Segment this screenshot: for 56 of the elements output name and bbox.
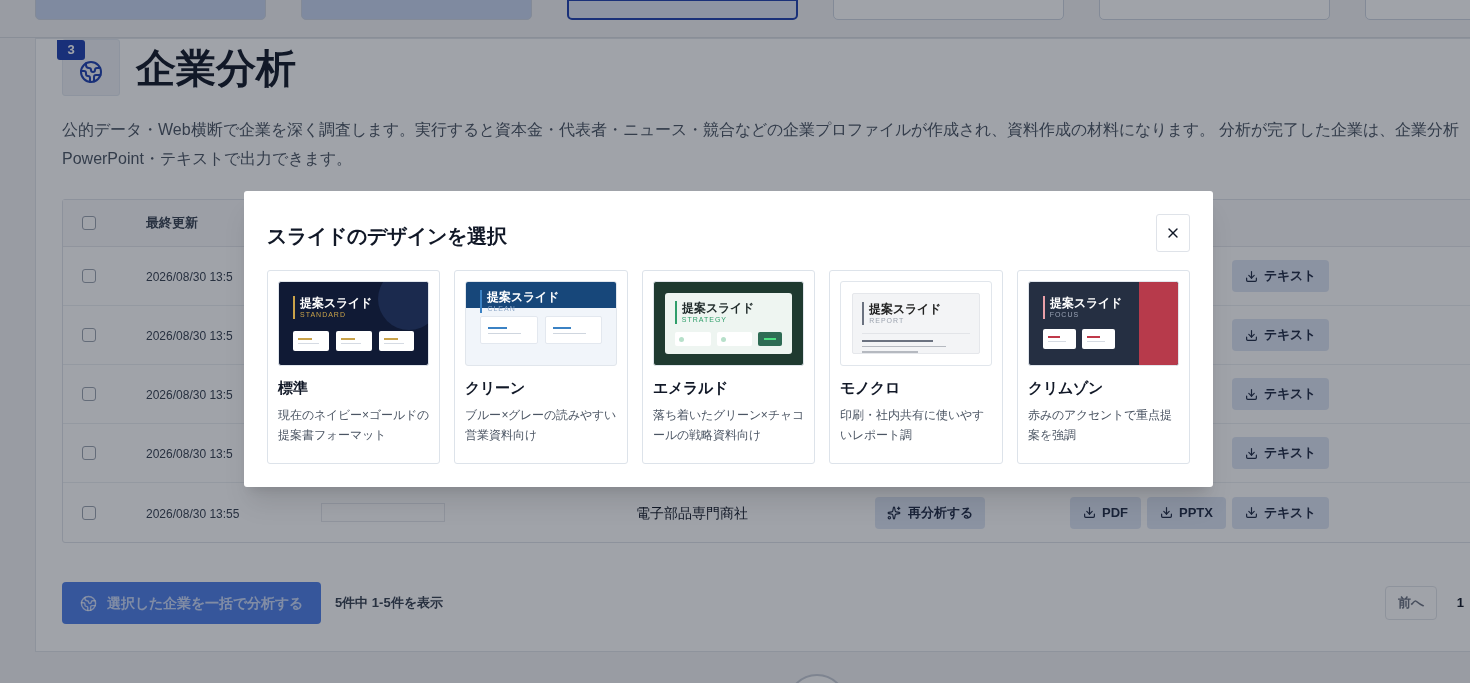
export-button[interactable]: テキスト: [1232, 260, 1329, 292]
description-line: 公的データ・Web横断で企業を深く調査します。実行すると資本金・代表者・ニュース・競合などの企業プロファイルが作成され、資料作成の材料になります。 分析が完了した企業は、企業分析: [62, 120, 1461, 140]
design-name: クリムゾン: [1027, 378, 1104, 398]
download-icon: [1245, 269, 1258, 283]
preview-title: 提案スライド: [300, 296, 372, 310]
checkbox[interactable]: [82, 387, 96, 401]
step-badge: 3: [57, 40, 85, 60]
globe-icon: [79, 59, 103, 84]
step-tile[interactable]: [567, 0, 798, 20]
close-button[interactable]: [1156, 214, 1190, 252]
checkbox[interactable]: [82, 216, 96, 230]
preview-title: 提案スライド: [487, 290, 560, 304]
date-cell: 2026/08/30 13:5: [146, 447, 233, 461]
design-description: 現在のネイビー×ゴールドの提案書フォーマット: [278, 406, 430, 444]
design-name: エメラルド: [652, 378, 729, 398]
preview-title: 提案スライド: [1049, 296, 1122, 310]
industry-cell: 電子部品専門商社: [636, 504, 748, 521]
globe-icon: [80, 594, 97, 612]
prev-page-button[interactable]: 前へ: [1384, 586, 1437, 620]
section-title: 企業分析: [136, 47, 296, 88]
export-button[interactable]: テキスト: [1232, 437, 1329, 469]
download-icon: [1245, 446, 1258, 460]
export-button[interactable]: テキスト: [1232, 496, 1329, 529]
reanalyze-button[interactable]: 再分析する: [875, 496, 985, 529]
description-line: PowerPoint・テキストで出力できます。: [62, 149, 353, 169]
design-description: ブルー×グレーの読みやすい営業資料向け: [465, 406, 617, 444]
design-name: モノクロ: [840, 378, 902, 398]
result-count: 5件中 1-5件を表示: [335, 594, 443, 613]
design-description: 赤みのアクセントで重点提案を強調: [1027, 406, 1173, 444]
date-cell: 2026/08/30 13:5: [146, 270, 233, 284]
date-cell: 2026/08/30 13:5: [146, 388, 233, 402]
download-icon: [1245, 387, 1258, 401]
checkbox[interactable]: [82, 446, 96, 460]
download-icon: [1083, 506, 1097, 519]
design-name: クリーン: [465, 378, 527, 398]
sparkle-icon: [887, 505, 901, 520]
checkbox[interactable]: [82, 328, 96, 342]
export-button[interactable]: PDF: [1070, 496, 1142, 529]
column-header: 最終更新: [146, 214, 198, 233]
date-cell: 2026/08/30 13:55: [146, 506, 240, 521]
date-cell: 2026/08/30 13:5: [146, 329, 233, 343]
checkbox[interactable]: [82, 505, 96, 520]
download-icon: [1245, 328, 1258, 342]
download-icon: [1245, 506, 1258, 519]
dialog-title: スライドのデザインを選択: [267, 224, 507, 249]
preview-title: 提案スライド: [681, 301, 754, 315]
export-button[interactable]: PPTX: [1147, 496, 1226, 529]
design-name: 標準: [278, 378, 309, 398]
download-icon: [1160, 506, 1174, 519]
export-button[interactable]: テキスト: [1232, 378, 1329, 410]
page-number[interactable]: 1: [1456, 593, 1464, 613]
preview-title: 提案スライド: [869, 302, 942, 316]
checkbox[interactable]: [82, 269, 96, 283]
design-description: 落ち着いたグリーン×チャコールの戦略資料向け: [652, 406, 805, 444]
design-description: 印刷・社内共有に使いやすいレポート調: [840, 406, 986, 444]
export-button[interactable]: テキスト: [1232, 319, 1329, 351]
